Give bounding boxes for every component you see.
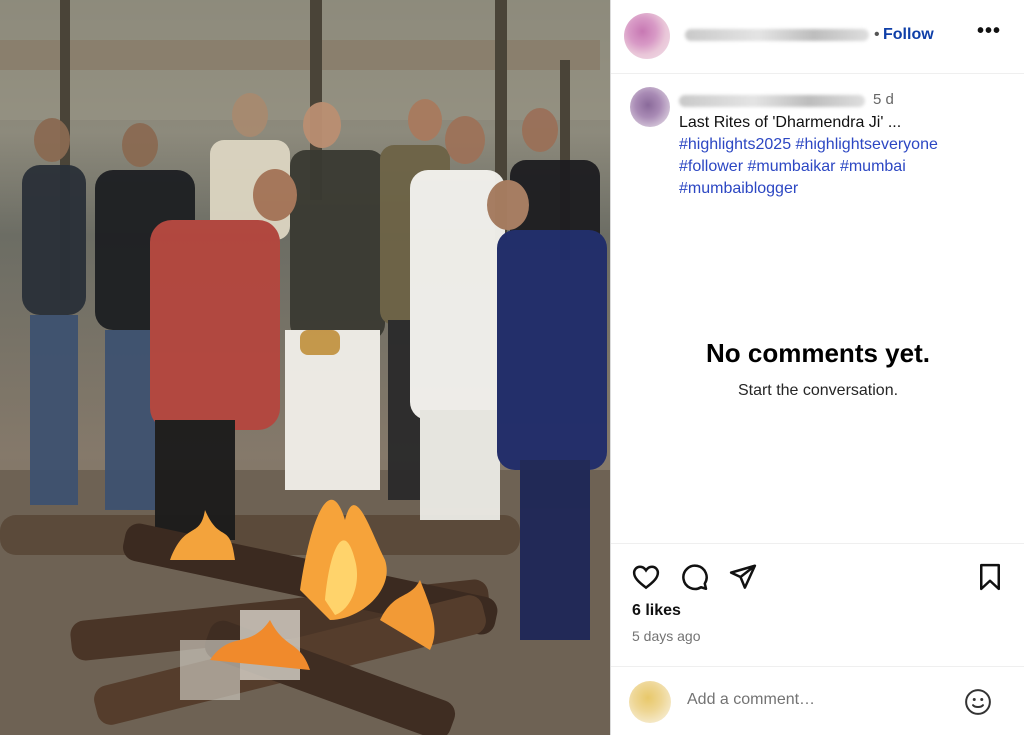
heart-icon[interactable] [631, 562, 661, 592]
caption-timestamp: 5 d [873, 91, 894, 108]
comment-icon[interactable] [679, 562, 709, 592]
header-separator: • [874, 26, 880, 43]
viewer-avatar [629, 681, 671, 723]
bookmark-icon[interactable] [975, 562, 1005, 592]
posted-time: 5 days ago [632, 628, 701, 644]
follow-button[interactable]: Follow [883, 26, 934, 44]
empty-comments: No comments yet. Start the conversation. [611, 338, 1024, 400]
send-icon[interactable] [728, 562, 758, 592]
post-photo[interactable] [0, 0, 610, 735]
caption-text: Last Rites of 'Dharmendra Ji' ... [679, 114, 902, 131]
empty-comments-title: No comments yet. [706, 338, 930, 368]
comment-input[interactable]: Add a comment… [687, 691, 815, 709]
author-username-blurred[interactable] [685, 29, 869, 41]
post-side-panel: • Follow ••• 5 d Last Rites of 'Dharmend… [610, 0, 1024, 735]
caption-username-blurred[interactable] [679, 95, 865, 107]
comment-composer: Add a comment… [611, 666, 1024, 737]
photo-illustration [0, 0, 610, 735]
likes-count[interactable]: 6 likes [632, 602, 681, 620]
more-options-icon[interactable]: ••• [977, 20, 1001, 43]
post-header: • Follow ••• [611, 0, 1024, 74]
caption-author-avatar[interactable] [630, 87, 670, 127]
post-actions: 6 likes 5 days ago Add a comment… [611, 543, 1024, 736]
caption-hashtags[interactable]: #highlights2025 #highlightseveryone #fol… [679, 134, 999, 200]
author-avatar[interactable] [624, 13, 670, 59]
post-viewer: • Follow ••• 5 d Last Rites of 'Dharmend… [0, 0, 1024, 735]
emoji-icon[interactable] [963, 687, 993, 717]
caption-text-block: Last Rites of 'Dharmendra Ji' ... #highl… [679, 112, 999, 200]
empty-comments-subtitle: Start the conversation. [737, 382, 899, 399]
